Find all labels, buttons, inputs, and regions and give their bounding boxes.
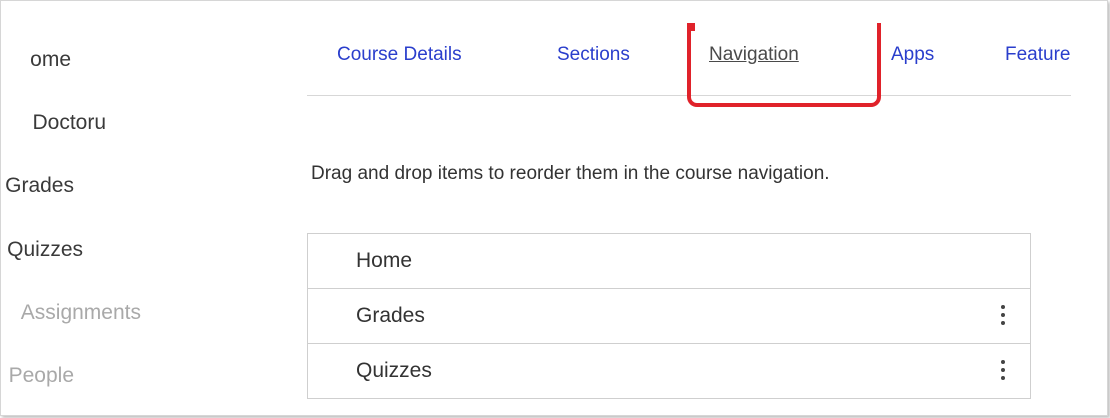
sidebar-item-label: Doctoru — [32, 111, 106, 134]
sidebar-item-people[interactable]: People — [1, 362, 201, 392]
sidebar-item-label: Quizzes — [7, 238, 83, 261]
tab-feature-options[interactable]: Feature — [1005, 44, 1071, 66]
sidebar-item-grades[interactable]: Grades — [1, 172, 201, 202]
sidebar-item-label: Assignments — [20, 301, 141, 324]
nav-item-quizzes[interactable]: Quizzes — [308, 344, 1030, 399]
sidebar-item-label: ome — [30, 48, 71, 71]
tab-apps[interactable]: Apps — [891, 44, 934, 66]
nav-item-home[interactable]: Home — [308, 234, 1030, 289]
sidebar-item-assignments[interactable]: Assignments — [1, 299, 201, 329]
sidebar-item-label: People — [8, 364, 74, 387]
tab-course-details[interactable]: Course Details — [337, 44, 462, 66]
nav-item-label: Grades — [356, 304, 425, 327]
kebab-menu-icon[interactable] — [998, 301, 1008, 331]
sidebar-item-quizzes[interactable]: Quizzes — [1, 236, 201, 266]
sidebar-item-home[interactable]: ome — [1, 46, 201, 76]
sidebar-item-label: Grades — [5, 174, 74, 197]
kebab-menu-icon[interactable] — [998, 356, 1008, 386]
nav-item-grades[interactable]: Grades — [308, 289, 1030, 344]
course-settings-panel: ome Doctoru Grades Quizzes Assignments P… — [0, 0, 1108, 416]
nav-item-label: Home — [356, 249, 413, 272]
tab-sections[interactable]: Sections — [557, 44, 630, 66]
navigation-instructions: Drag and drop items to reorder them in t… — [311, 163, 830, 184]
course-sidebar: ome Doctoru Grades Quizzes Assignments P… — [1, 1, 201, 415]
sidebar-item-doctoru[interactable]: Doctoru — [1, 109, 201, 139]
course-navigation-list: Home Grades Quizzes — [307, 233, 1031, 399]
nav-item-label: Quizzes — [356, 359, 432, 382]
highlight-annotation — [687, 23, 881, 107]
